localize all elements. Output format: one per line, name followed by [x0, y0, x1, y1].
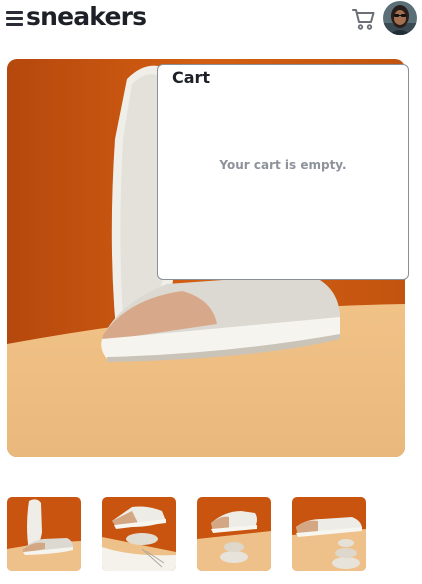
cart-title: Cart [172, 68, 211, 87]
product-thumbnail-1[interactable] [7, 497, 81, 571]
menu-icon[interactable] [6, 11, 23, 26]
product-thumbnail-4[interactable] [292, 497, 366, 571]
avatar-icon[interactable] [383, 1, 417, 35]
site-header: sneakers [0, 0, 422, 40]
brand-logo[interactable]: sneakers [26, 0, 147, 34]
cart-panel: Cart Your cart is empty. [157, 64, 409, 280]
product-page: sneakers Cart Your cart is empty. [0, 0, 422, 584]
product-thumbnail-3[interactable] [197, 497, 271, 571]
cart-icon[interactable] [352, 7, 376, 31]
product-thumbnail-2[interactable] [102, 497, 176, 571]
cart-empty-message: Your cart is empty. [219, 158, 347, 172]
